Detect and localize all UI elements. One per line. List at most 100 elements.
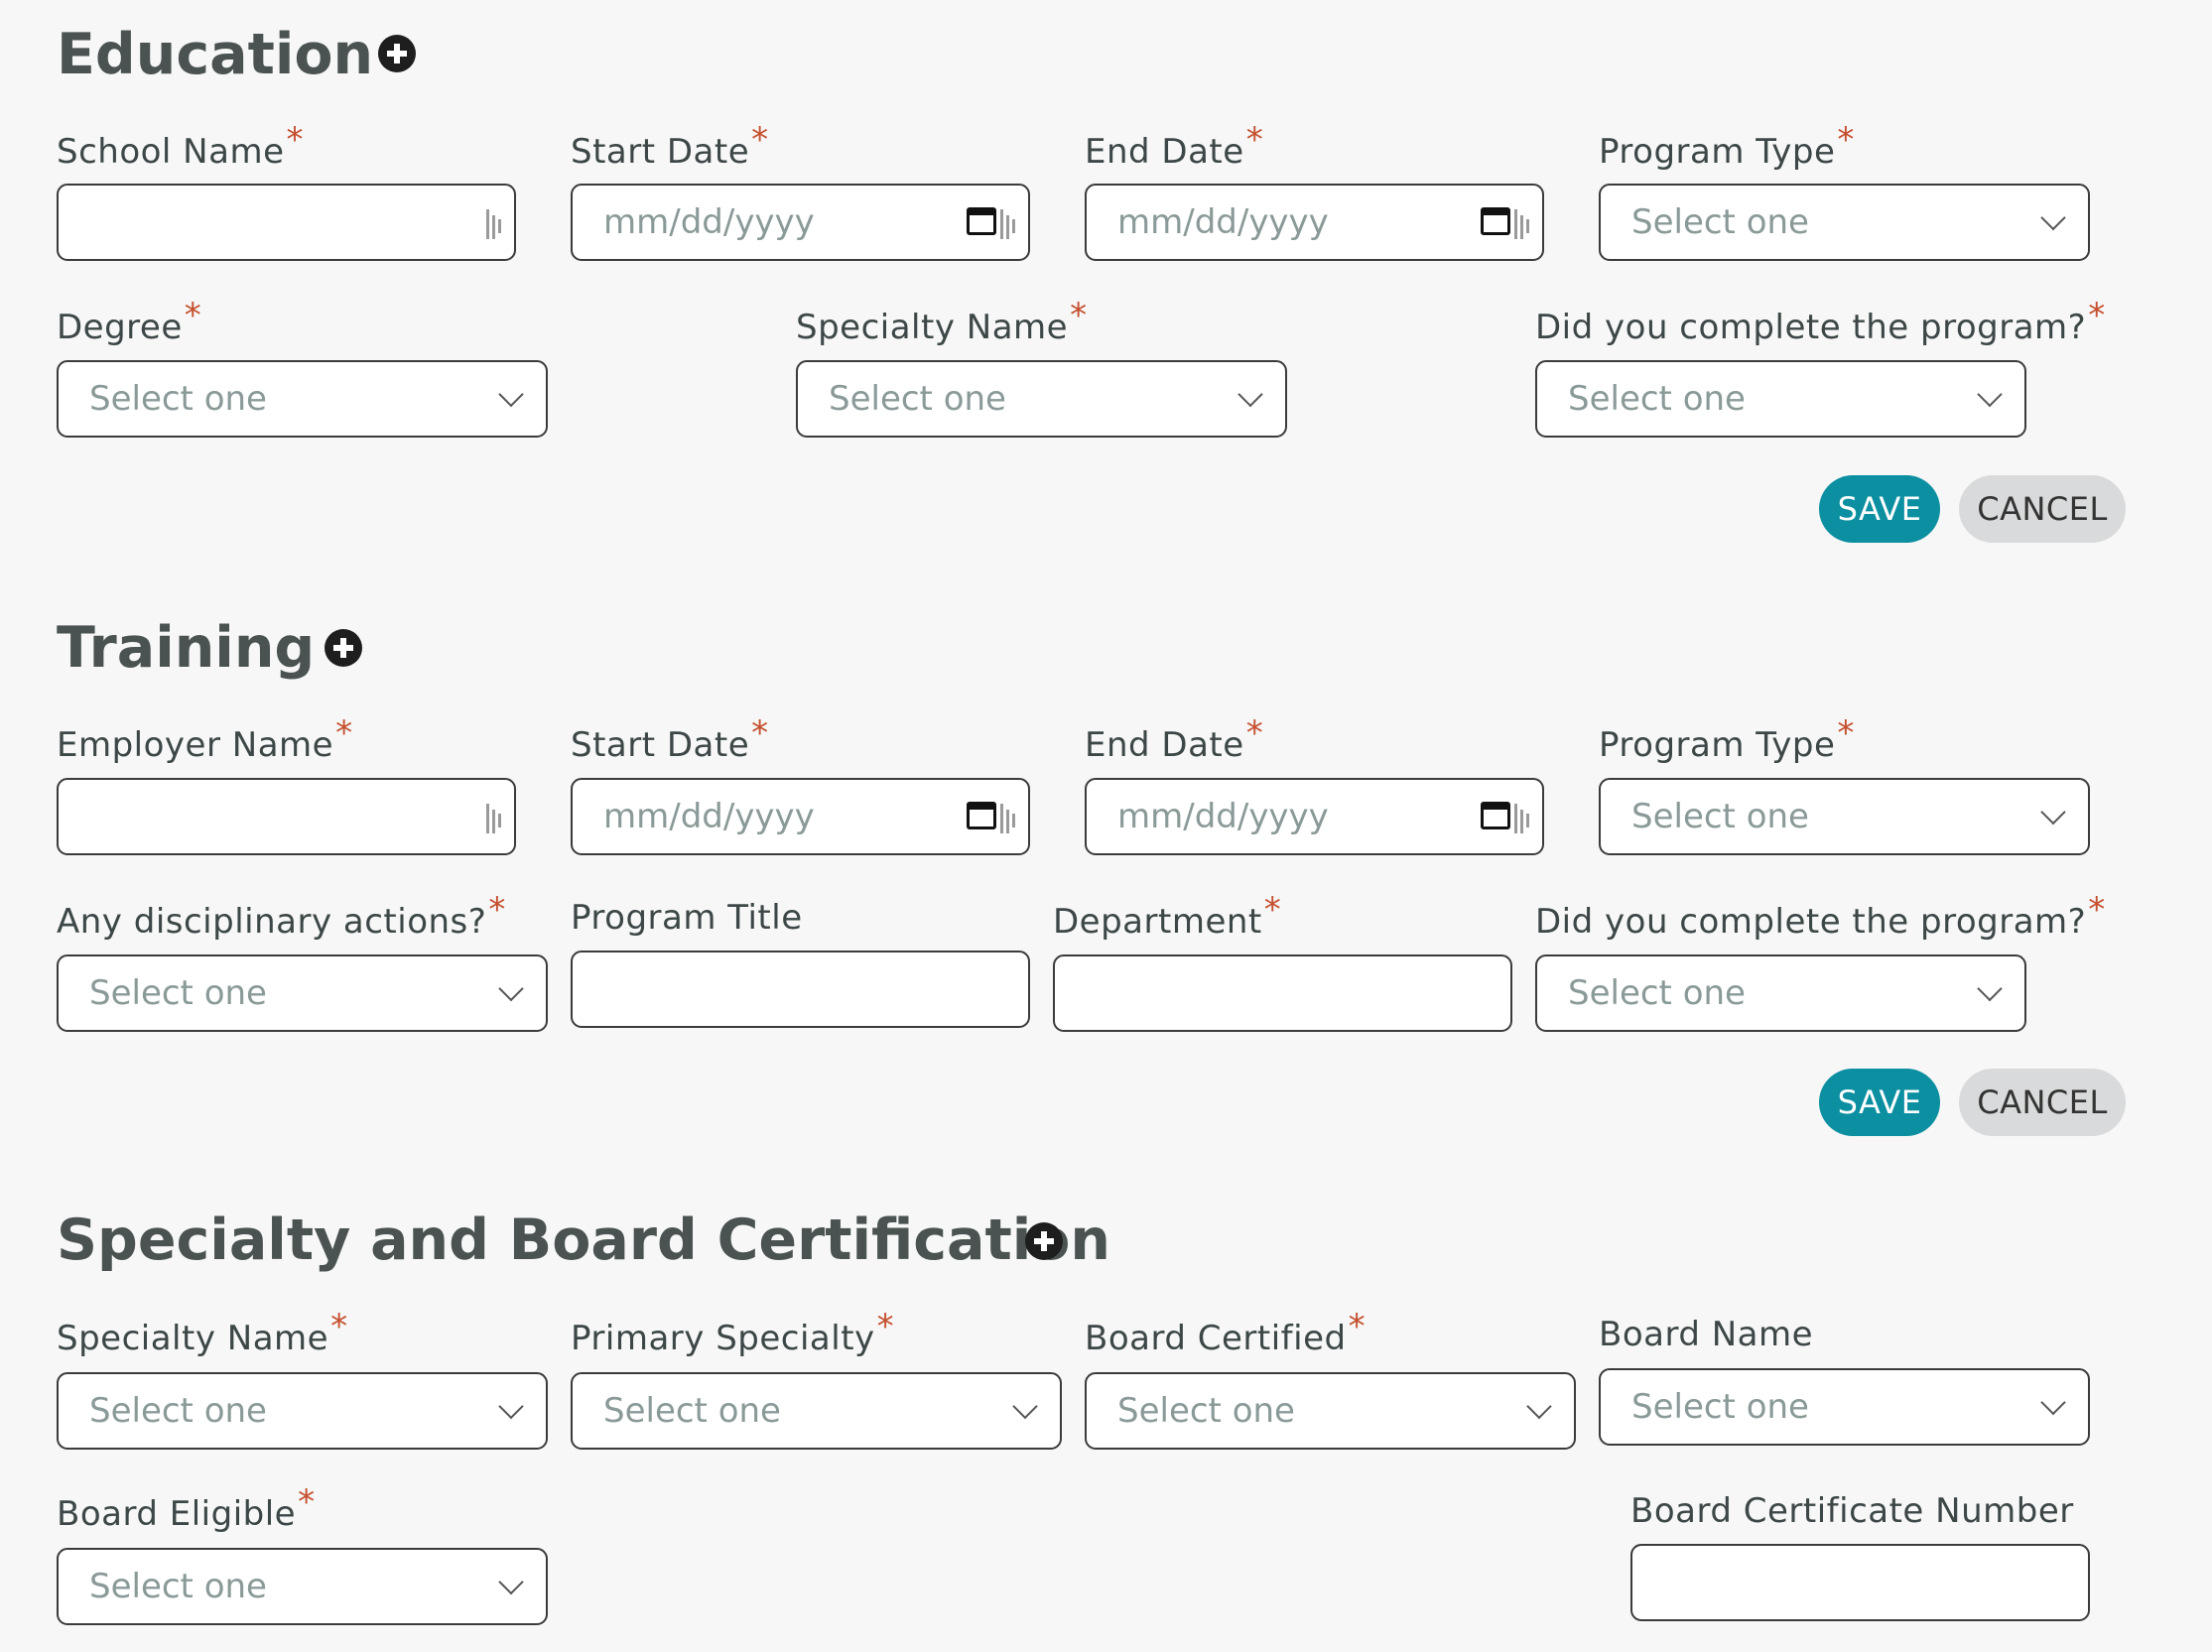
completed-program-select[interactable]: Select one bbox=[1535, 360, 2026, 438]
required-marker: * bbox=[876, 1307, 895, 1346]
password-manager-icon[interactable] bbox=[486, 804, 502, 833]
required-marker: * bbox=[1348, 1307, 1366, 1346]
add-education-icon[interactable] bbox=[378, 35, 416, 72]
required-marker: * bbox=[286, 120, 304, 160]
cancel-button[interactable]: CANCEL bbox=[1959, 1069, 2126, 1136]
required-marker: * bbox=[1070, 296, 1088, 335]
password-manager-icon[interactable] bbox=[1514, 209, 1530, 239]
required-marker: * bbox=[184, 296, 202, 335]
add-certification-icon[interactable] bbox=[1025, 1222, 1063, 1260]
specialty-name-select[interactable]: Select one bbox=[796, 360, 1287, 438]
chevron-down-icon bbox=[498, 381, 524, 408]
label-text: Board Certificate Number bbox=[1630, 1491, 2074, 1531]
chevron-down-icon bbox=[498, 975, 524, 1002]
save-button[interactable]: SAVE bbox=[1819, 1069, 1940, 1136]
completed-program-label: Did you complete the program?* bbox=[1535, 893, 2106, 942]
department-input[interactable] bbox=[1053, 954, 1512, 1032]
start-date-input[interactable]: mm/dd/yyyy bbox=[571, 778, 1030, 855]
required-marker: * bbox=[488, 890, 506, 930]
select-placeholder: Select one bbox=[89, 973, 267, 1013]
program-type-label: Program Type* bbox=[1599, 123, 1855, 172]
calendar-icon[interactable] bbox=[967, 802, 996, 829]
label-text: Board Eligible bbox=[57, 1494, 297, 1534]
required-marker: * bbox=[1837, 713, 1855, 753]
chevron-down-icon bbox=[1526, 1393, 1552, 1420]
select-placeholder: Select one bbox=[89, 379, 267, 419]
calendar-icon[interactable] bbox=[1481, 802, 1510, 829]
specialty-name-label: Specialty Name* bbox=[57, 1310, 348, 1358]
save-button[interactable]: SAVE bbox=[1819, 475, 1940, 543]
board-eligible-label: Board Eligible* bbox=[57, 1485, 316, 1534]
label-text: Start Date bbox=[571, 132, 750, 172]
chevron-down-icon bbox=[498, 1393, 524, 1420]
chevron-down-icon bbox=[2040, 1389, 2066, 1416]
program-type-select[interactable]: Select one bbox=[1599, 778, 2090, 855]
cancel-button[interactable]: CANCEL bbox=[1959, 475, 2126, 543]
disciplinary-actions-select[interactable]: Select one bbox=[57, 954, 548, 1032]
degree-label: Degree* bbox=[57, 299, 201, 347]
completed-program-select[interactable]: Select one bbox=[1535, 954, 2026, 1032]
education-title: Education bbox=[57, 22, 374, 87]
board-name-label: Board Name bbox=[1599, 1318, 1813, 1351]
select-placeholder: Select one bbox=[89, 1391, 267, 1431]
required-marker: * bbox=[751, 713, 769, 753]
department-label: Department* bbox=[1053, 893, 1281, 939]
date-placeholder: mm/dd/yyyy bbox=[603, 202, 815, 242]
end-date-input[interactable]: mm/dd/yyyy bbox=[1085, 778, 1544, 855]
calendar-icon[interactable] bbox=[1481, 207, 1510, 235]
end-date-label: End Date* bbox=[1085, 716, 1263, 765]
password-manager-icon[interactable] bbox=[486, 209, 502, 239]
label-text: Degree bbox=[57, 308, 183, 347]
date-placeholder: mm/dd/yyyy bbox=[603, 797, 815, 836]
select-placeholder: Select one bbox=[1631, 797, 1809, 836]
chevron-down-icon bbox=[1012, 1393, 1038, 1420]
employer-name-label: Employer Name* bbox=[57, 716, 353, 765]
label-text: Specialty Name bbox=[796, 308, 1069, 347]
program-type-select[interactable]: Select one bbox=[1599, 184, 2090, 261]
board-certified-select[interactable]: Select one bbox=[1085, 1372, 1576, 1450]
start-date-input[interactable]: mm/dd/yyyy bbox=[571, 184, 1030, 261]
label-text: Employer Name bbox=[57, 725, 334, 765]
required-marker: * bbox=[1837, 120, 1855, 160]
label-text: Did you complete the program? bbox=[1535, 308, 2087, 347]
label-text: End Date bbox=[1085, 725, 1244, 765]
chevron-down-icon bbox=[2040, 799, 2066, 826]
program-title-input[interactable] bbox=[571, 951, 1030, 1028]
password-manager-icon[interactable] bbox=[1514, 804, 1530, 833]
chevron-down-icon bbox=[1237, 381, 1263, 408]
employer-name-input[interactable] bbox=[57, 778, 516, 855]
chevron-down-icon bbox=[498, 1569, 524, 1595]
calendar-icon[interactable] bbox=[967, 207, 996, 235]
label-text: Did you complete the program? bbox=[1535, 902, 2087, 942]
label-text: Program Type bbox=[1599, 725, 1836, 765]
label-text: Program Type bbox=[1599, 132, 1836, 172]
add-training-icon[interactable] bbox=[325, 629, 362, 667]
select-placeholder: Select one bbox=[1631, 1387, 1809, 1427]
label-text: Board Name bbox=[1599, 1315, 1814, 1354]
password-manager-icon[interactable] bbox=[1000, 804, 1016, 833]
board-certificate-number-label: Board Certificate Number bbox=[1630, 1494, 2074, 1528]
required-marker: * bbox=[1263, 890, 1282, 930]
select-placeholder: Select one bbox=[1631, 202, 1809, 242]
chevron-down-icon bbox=[2040, 204, 2066, 231]
start-date-label: Start Date* bbox=[571, 123, 769, 172]
school-name-input[interactable] bbox=[57, 184, 516, 261]
required-marker: * bbox=[1245, 120, 1264, 160]
label-text: Board Certified bbox=[1085, 1319, 1347, 1358]
label-text: Specialty Name bbox=[57, 1319, 329, 1358]
disciplinary-actions-label: Any disciplinary actions?* bbox=[57, 893, 506, 939]
board-certificate-number-input[interactable] bbox=[1630, 1544, 2090, 1621]
specialty-name-select[interactable]: Select one bbox=[57, 1372, 548, 1450]
board-eligible-select[interactable]: Select one bbox=[57, 1548, 548, 1625]
required-marker: * bbox=[751, 120, 769, 160]
date-placeholder: mm/dd/yyyy bbox=[1117, 202, 1329, 242]
label-text: School Name bbox=[57, 132, 285, 172]
end-date-input[interactable]: mm/dd/yyyy bbox=[1085, 184, 1544, 261]
specialty-name-label: Specialty Name* bbox=[796, 299, 1088, 347]
label-text: Primary Specialty bbox=[571, 1319, 875, 1358]
degree-select[interactable]: Select one bbox=[57, 360, 548, 438]
password-manager-icon[interactable] bbox=[1000, 209, 1016, 239]
primary-specialty-select[interactable]: Select one bbox=[571, 1372, 1062, 1450]
board-name-select[interactable]: Select one bbox=[1599, 1368, 2090, 1446]
select-placeholder: Select one bbox=[603, 1391, 781, 1431]
